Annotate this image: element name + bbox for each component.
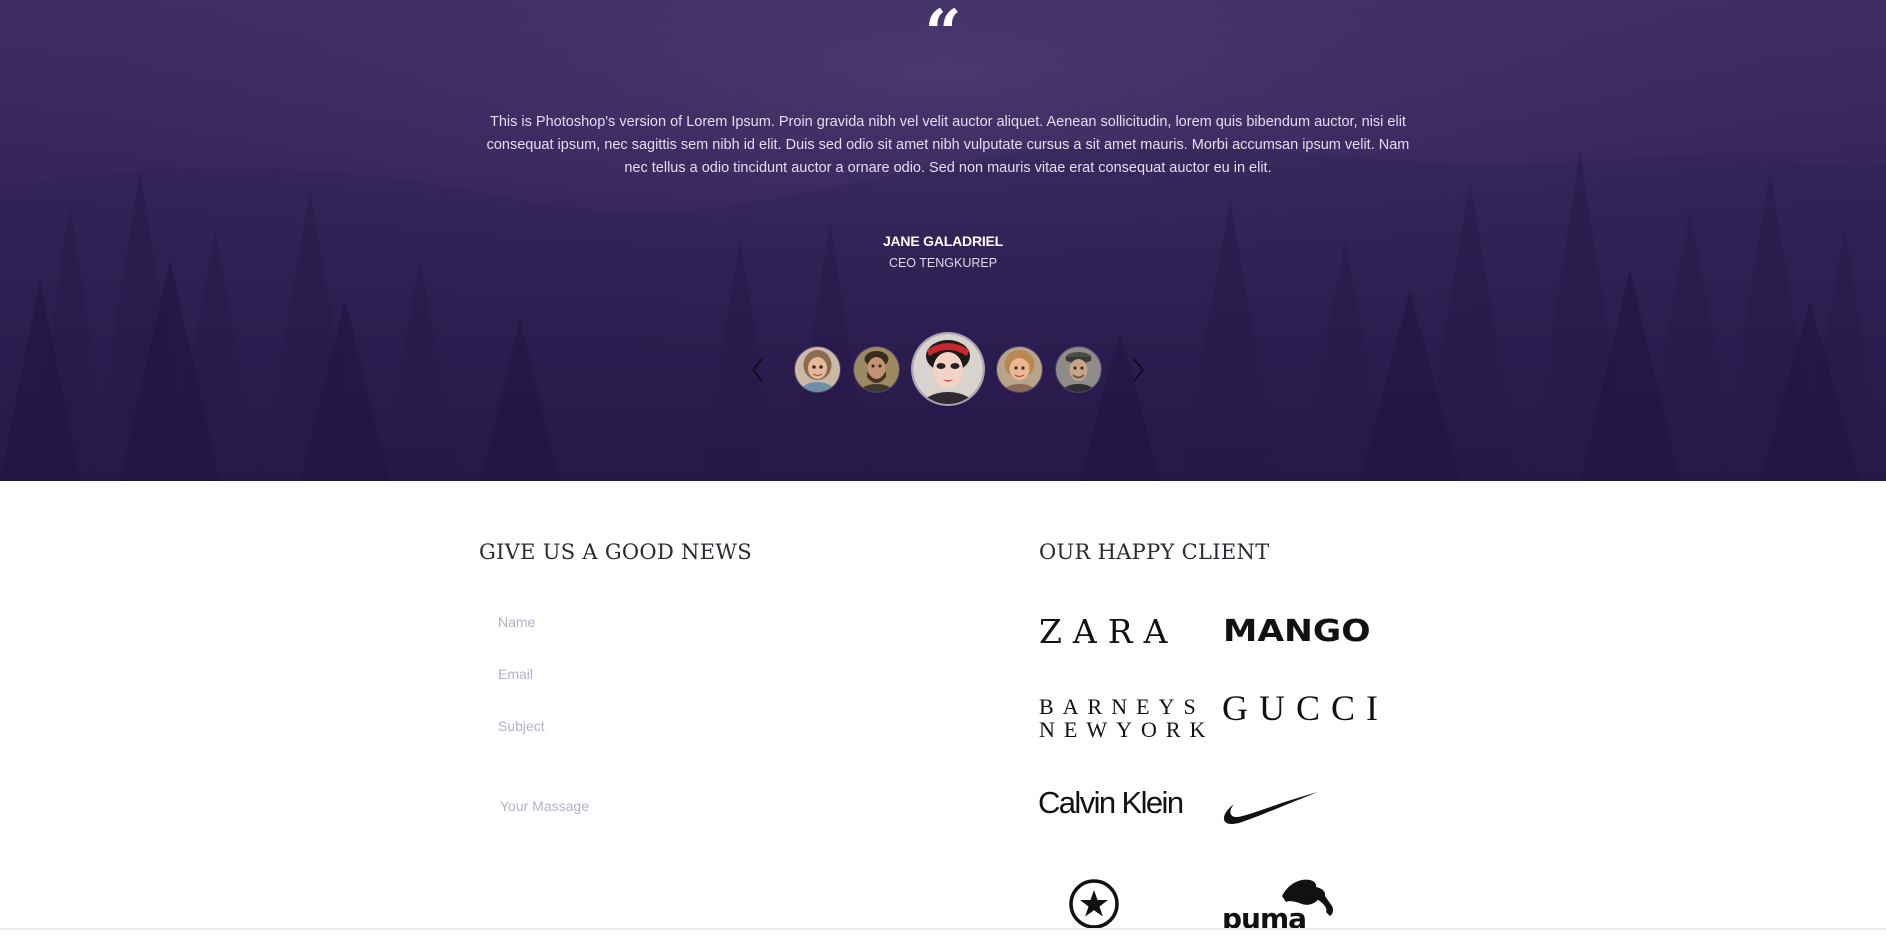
avatar-5[interactable] (1056, 347, 1101, 392)
nike-swoosh-icon[interactable] (1222, 790, 1320, 835)
puma-wordmark: puma (1222, 902, 1306, 930)
next-arrow-icon[interactable] (1126, 355, 1150, 385)
mango-logo[interactable]: MANGO (1223, 614, 1371, 650)
subject-input[interactable] (479, 709, 989, 743)
message-textarea[interactable] (479, 796, 989, 916)
calvin-klein-logo[interactable]: Calvin Klein (1038, 785, 1184, 821)
avatar-1[interactable] (795, 347, 840, 392)
barneys-logo-line2: NEWYORK (1039, 717, 1215, 742)
avatar-2[interactable] (854, 347, 899, 392)
avatar-4[interactable] (997, 347, 1042, 392)
quote-icon: “ (924, 0, 962, 71)
testimonial-section: “ This is Photoshop's version of Lorem I… (0, 0, 1886, 481)
testimonial-author-name: JANE GALADRIEL (882, 233, 1004, 249)
avatar-3-selected[interactable] (913, 334, 983, 404)
contact-heading: GIVE US A GOOD NEWS (479, 540, 752, 564)
barneys-logo[interactable]: BARNEYS NEWYORK (1039, 695, 1214, 741)
testimonial-author-role: CEO TENGKUREP (888, 256, 998, 270)
zara-logo[interactable]: ZARA (1039, 614, 1178, 650)
puma-logo[interactable]: puma (1222, 876, 1340, 935)
barneys-logo-line1: BARNEYS (1039, 694, 1205, 719)
previous-arrow-icon[interactable] (746, 355, 770, 385)
converse-star-icon[interactable] (1068, 878, 1120, 935)
testimonial-text: This is Photoshop's version of Lorem Ips… (486, 114, 1410, 176)
clients-heading: OUR HAPPY CLIENT (1039, 540, 1270, 564)
email-input[interactable] (479, 657, 989, 691)
name-input[interactable] (479, 605, 989, 639)
gucci-logo[interactable]: GUCCI (1222, 688, 1389, 728)
